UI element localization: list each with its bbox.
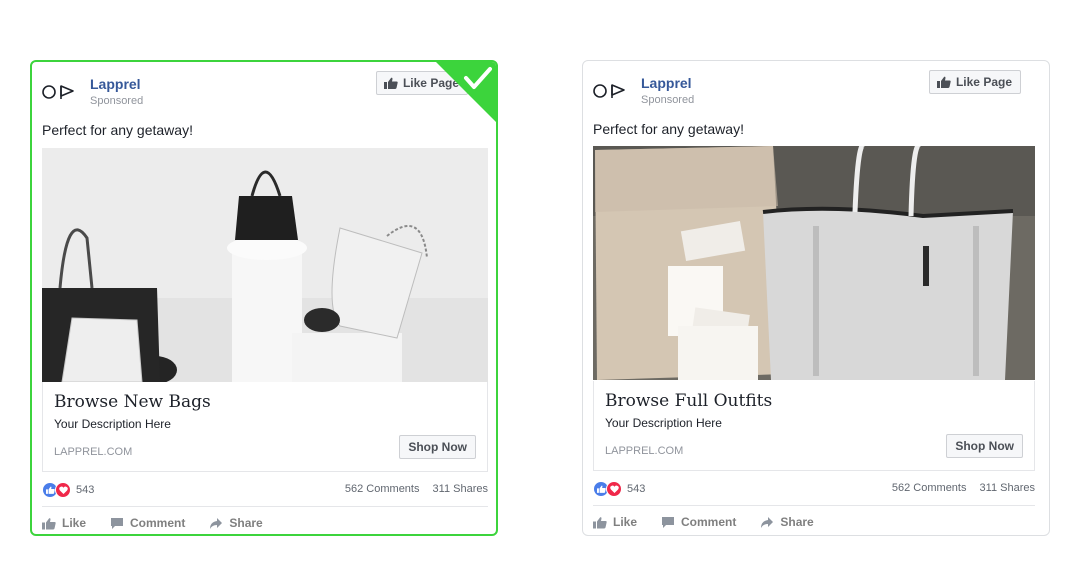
shares-count[interactable]: 311 Shares [433, 483, 488, 495]
ad-message: Perfect for any getaway! [42, 122, 193, 138]
share-icon [761, 516, 774, 528]
comments-count[interactable]: 562 Comments [892, 482, 967, 494]
ad-image-outfits[interactable] [593, 146, 1035, 380]
ad-card-selected[interactable]: Lapprel Sponsored Like Page Perfect for … [30, 60, 498, 536]
shop-now-button[interactable]: Shop Now [399, 435, 476, 459]
link-preview[interactable]: Browse New Bags Your Description Here LA… [42, 382, 488, 472]
divider [593, 505, 1035, 506]
comment-action-label: Comment [130, 516, 186, 530]
ad-message: Perfect for any getaway! [593, 121, 744, 137]
comment-action-button[interactable]: Comment [110, 513, 185, 533]
thumbs-up-icon [936, 76, 951, 88]
share-action-button[interactable]: Share [760, 512, 814, 532]
like-page-label: Like Page [955, 75, 1012, 89]
engagement-stats: 543 562 Comments 311 Shares [593, 481, 1035, 499]
sponsored-label: Sponsored [641, 94, 695, 106]
share-action-button[interactable]: Share [209, 513, 263, 533]
ad-domain: LAPPREL.COM [54, 446, 133, 458]
reactions-summary[interactable]: 543 [593, 481, 645, 497]
link-preview[interactable]: Browse Full Outfits Your Description Her… [593, 381, 1035, 471]
ad-domain: LAPPREL.COM [605, 445, 684, 457]
ad-headline[interactable]: Browse New Bags [54, 392, 211, 412]
sponsored-label: Sponsored [90, 95, 144, 107]
like-action-button[interactable]: Like [593, 512, 637, 532]
comment-action-button[interactable]: Comment [661, 512, 736, 532]
share-action-label: Share [780, 515, 814, 529]
ad-headline[interactable]: Browse Full Outfits [605, 391, 772, 411]
reaction-count: 543 [76, 484, 95, 496]
love-reaction-icon [55, 482, 71, 498]
reactions-summary[interactable]: 543 [42, 482, 94, 498]
comment-icon [662, 516, 675, 528]
brand-logo [593, 84, 625, 98]
like-action-button[interactable]: Like [42, 513, 86, 533]
love-reaction-icon [606, 481, 622, 497]
share-action-label: Share [229, 516, 263, 530]
action-bar: Like Comment Share [42, 513, 263, 533]
shop-now-button[interactable]: Shop Now [946, 434, 1023, 458]
comment-icon [111, 517, 124, 529]
comment-action-label: Comment [681, 515, 737, 529]
share-icon [210, 517, 223, 529]
selected-check-icon [436, 62, 496, 122]
brand-logo [42, 85, 74, 99]
like-page-button[interactable]: Like Page [928, 70, 1021, 94]
ad-description: Your Description Here [54, 417, 171, 431]
divider [42, 506, 488, 507]
thumbs-up-icon [42, 517, 56, 529]
thumbs-up-icon [593, 516, 607, 528]
page-name[interactable]: Lapprel [90, 76, 141, 92]
engagement-stats: 543 562 Comments 311 Shares [42, 482, 488, 500]
shares-count[interactable]: 311 Shares [980, 482, 1035, 494]
reaction-count: 543 [627, 483, 646, 495]
like-action-label: Like [613, 515, 638, 529]
ad-image-bags[interactable] [42, 148, 488, 382]
page-name[interactable]: Lapprel [641, 75, 692, 91]
thumbs-up-icon [383, 77, 398, 89]
action-bar: Like Comment Share [593, 512, 814, 532]
ad-card[interactable]: Lapprel Sponsored Like Page Perfect for … [582, 60, 1050, 536]
comments-count[interactable]: 562 Comments [345, 483, 420, 495]
ad-description: Your Description Here [605, 416, 722, 430]
like-action-label: Like [62, 516, 87, 530]
